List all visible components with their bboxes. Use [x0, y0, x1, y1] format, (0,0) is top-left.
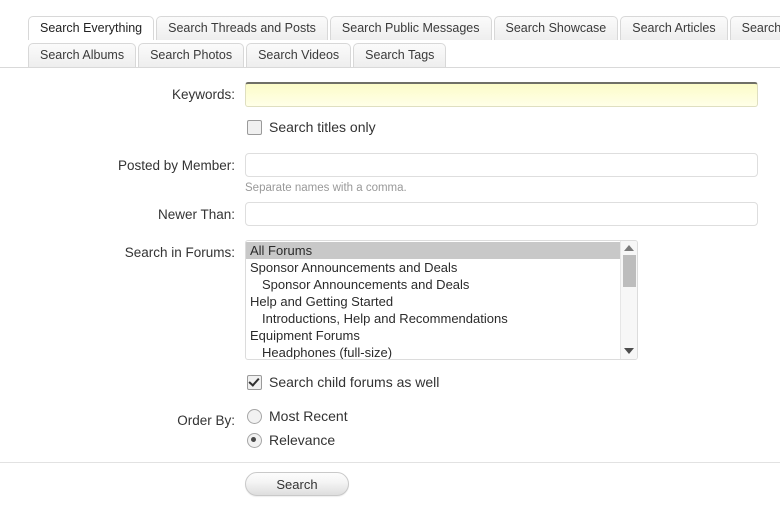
order-by-row: Order By: Most Recent Relevance: [0, 408, 780, 448]
tab-label: Search Articles: [632, 21, 716, 36]
tab-label: Search Tags: [365, 48, 435, 63]
search-in-forums-label: Search in Forums:: [124, 245, 235, 260]
search-titles-only-label[interactable]: Search titles only: [269, 119, 376, 135]
forum-option[interactable]: Help and Getting Started: [246, 293, 620, 310]
posted-by-label: Posted by Member:: [117, 158, 235, 173]
search-submit-button[interactable]: Search: [245, 472, 349, 496]
tab-label: Search Public Messages: [341, 21, 480, 36]
posted-by-hint: Separate names with a comma.: [245, 182, 407, 194]
tab-search-videos[interactable]: Search Videos: [246, 43, 352, 67]
tab-label: Search Threads and Posts: [168, 21, 316, 36]
tab-label: Search Albums: [40, 48, 125, 63]
tab-label: Search Conversations: [741, 21, 780, 36]
search-in-forums-listbox[interactable]: All Forums Sponsor Announcements and Dea…: [245, 240, 638, 360]
order-by-option-relevance[interactable]: Relevance: [245, 432, 766, 448]
titles-only-row: Search titles only: [0, 119, 780, 135]
order-by-radio-most-recent[interactable]: [247, 408, 262, 424]
form-footer: Search: [0, 463, 780, 496]
keywords-label: Keywords:: [171, 87, 235, 102]
tab-label: Search Photos: [150, 48, 233, 63]
child-forums-row: Search child forums as well: [0, 374, 780, 390]
order-by-label: Order By:: [177, 413, 235, 428]
posted-by-input[interactable]: [245, 153, 758, 177]
submit-spacer: [0, 472, 245, 477]
tab-row-primary: Search Everything Search Threads and Pos…: [0, 14, 780, 40]
search-child-forums-checkbox[interactable]: [247, 374, 262, 390]
tab-label: Search Showcase: [505, 21, 607, 36]
scroll-up-arrow-icon[interactable]: [624, 245, 634, 251]
advanced-search-form: Keywords: Search titles only Posted by M…: [0, 68, 780, 496]
posted-by-row: Posted by Member: Separate names with a …: [0, 153, 780, 194]
forum-option[interactable]: Sponsor Announcements and Deals: [246, 276, 620, 293]
titles-only-spacer: [0, 119, 245, 124]
search-titles-only-checkbox[interactable]: [247, 119, 262, 135]
forum-list-scrollbar[interactable]: [620, 241, 637, 359]
newer-than-input[interactable]: [245, 202, 758, 226]
tab-search-articles[interactable]: Search Articles: [620, 16, 728, 40]
newer-than-label: Newer Than:: [157, 207, 235, 222]
tab-search-showcase[interactable]: Search Showcase: [493, 16, 619, 40]
order-by-radio-relevance[interactable]: [247, 432, 262, 448]
tab-search-threads-and-posts[interactable]: Search Threads and Posts: [156, 16, 328, 40]
scroll-down-arrow-icon[interactable]: [624, 348, 634, 354]
tab-label: Search Videos: [258, 48, 340, 63]
scrollbar-thumb[interactable]: [622, 255, 636, 287]
forum-option[interactable]: Sponsor Announcements and Deals: [246, 259, 620, 276]
search-in-forums-row: Search in Forums: All Forums Sponsor Ann…: [0, 240, 780, 360]
forum-option[interactable]: Headphones (full-size): [246, 344, 620, 359]
keywords-input[interactable]: [245, 82, 758, 107]
forum-option[interactable]: Introductions, Help and Recommendations: [246, 310, 620, 327]
forum-option[interactable]: Equipment Forums: [246, 327, 620, 344]
order-by-label-relevance[interactable]: Relevance: [269, 432, 335, 448]
tab-search-albums[interactable]: Search Albums: [28, 43, 137, 67]
search-child-forums-label[interactable]: Search child forums as well: [269, 374, 439, 390]
tabstrip-bottom-border: [0, 67, 780, 68]
search-type-tabstrip: Search Everything Search Threads and Pos…: [0, 0, 780, 68]
tab-search-photos[interactable]: Search Photos: [138, 43, 245, 67]
tab-label: Search Everything: [40, 21, 143, 36]
tab-search-tags[interactable]: Search Tags: [353, 43, 447, 67]
order-by-label-most-recent[interactable]: Most Recent: [269, 408, 348, 424]
tab-row-secondary: Search Albums Search Photos Search Video…: [0, 40, 780, 67]
child-forums-spacer: [0, 374, 245, 379]
forum-option[interactable]: All Forums: [246, 242, 620, 259]
tab-search-everything[interactable]: Search Everything: [28, 16, 155, 40]
newer-than-row: Newer Than:: [0, 202, 780, 226]
tab-search-conversations[interactable]: Search Conversations: [729, 16, 780, 40]
tab-search-public-messages[interactable]: Search Public Messages: [329, 16, 492, 40]
forum-option-list: All Forums Sponsor Announcements and Dea…: [246, 241, 620, 359]
order-by-option-most-recent[interactable]: Most Recent: [245, 408, 766, 424]
keywords-row: Keywords:: [0, 82, 780, 107]
